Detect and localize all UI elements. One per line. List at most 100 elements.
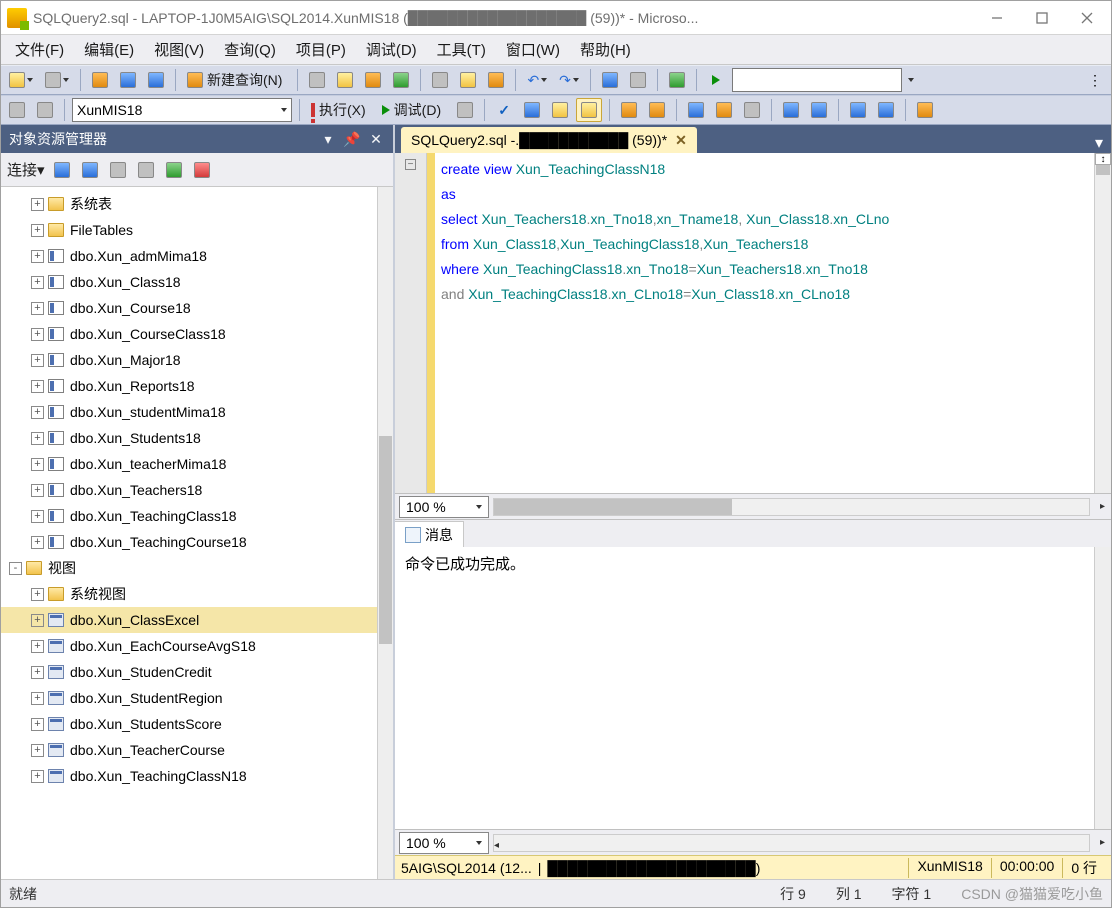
quick-launch-combo[interactable] (732, 68, 902, 92)
messages-body[interactable]: 命令已成功完成。 (395, 547, 1111, 829)
collapse-region-icon[interactable]: − (405, 159, 416, 170)
uncomment-icon[interactable] (807, 98, 831, 122)
redo-button[interactable]: ↷ (555, 68, 583, 92)
results-grid-icon[interactable] (684, 98, 708, 122)
editor-zoom-select[interactable]: 100 % (399, 496, 489, 518)
menu-help[interactable]: 帮助(H) (570, 35, 641, 64)
tree-row[interactable]: +dbo.Xun_Reports18 (1, 373, 377, 399)
save-button[interactable] (116, 68, 140, 92)
object-tree[interactable]: +系统表+FileTables+dbo.Xun_admMima18+dbo.Xu… (1, 187, 393, 879)
menu-file[interactable]: 文件(F) (5, 35, 74, 64)
specify-values-icon[interactable] (913, 98, 937, 122)
paste-button[interactable] (484, 68, 508, 92)
execute-button[interactable]: 执行(X) (307, 98, 374, 122)
editor-tab-active[interactable]: SQLQuery2.sql -.███████████ (59))* ✕ (401, 127, 697, 153)
expander-icon[interactable]: - (9, 562, 22, 575)
navigate-fwd-button[interactable] (626, 68, 650, 92)
decrease-indent-icon[interactable] (846, 98, 870, 122)
stop-button[interactable] (453, 98, 477, 122)
panel-close-icon[interactable]: ✕ (367, 130, 385, 148)
expander-icon[interactable]: + (31, 744, 44, 757)
expander-icon[interactable]: + (31, 536, 44, 549)
expander-icon[interactable]: + (31, 380, 44, 393)
database-select[interactable]: XunMIS18 (72, 98, 292, 122)
dmx-query-icon[interactable] (389, 68, 413, 92)
menu-query[interactable]: 查询(Q) (214, 35, 286, 64)
expander-icon[interactable]: + (31, 614, 44, 627)
tree-row[interactable]: +系统表 (1, 191, 377, 217)
filter-icon[interactable] (135, 159, 157, 181)
expander-icon[interactable]: + (31, 640, 44, 653)
object-explorer-header[interactable]: 对象资源管理器 ▾ 📌 ✕ (1, 125, 393, 153)
expander-icon[interactable]: + (31, 406, 44, 419)
menu-debug[interactable]: 调试(D) (356, 35, 427, 64)
expander-icon[interactable]: + (31, 276, 44, 289)
tree-row[interactable]: +dbo.Xun_StudentsScore (1, 711, 377, 737)
start-button[interactable] (704, 68, 728, 92)
expander-icon[interactable]: + (31, 718, 44, 731)
activity-monitor-icon[interactable] (665, 68, 689, 92)
tree-row[interactable]: +dbo.Xun_TeachingClassN18 (1, 763, 377, 789)
tree-row[interactable]: -视图 (1, 555, 377, 581)
expander-icon[interactable]: + (31, 198, 44, 211)
menu-view[interactable]: 视图(V) (144, 35, 214, 64)
mdx-query-icon[interactable] (361, 68, 385, 92)
tree-row[interactable]: +系统视图 (1, 581, 377, 607)
expander-icon[interactable]: + (31, 354, 44, 367)
panel-pin-icon[interactable]: 📌 (343, 130, 361, 148)
close-button[interactable] (1064, 3, 1109, 33)
connect-server-icon[interactable] (51, 159, 73, 181)
disconnect-icon[interactable] (33, 98, 57, 122)
save-all-button[interactable] (144, 68, 168, 92)
messages-vscrollbar[interactable] (1094, 547, 1111, 829)
expander-icon[interactable]: + (31, 432, 44, 445)
tree-row[interactable]: +dbo.Xun_StudenCredit (1, 659, 377, 685)
query-options-icon[interactable] (548, 98, 572, 122)
undo-button[interactable]: ↶ (523, 68, 551, 92)
expander-icon[interactable]: + (31, 666, 44, 679)
messages-tab[interactable]: 消息 (395, 521, 464, 547)
new-project-dropdown[interactable] (5, 68, 37, 92)
expander-icon[interactable]: + (31, 692, 44, 705)
tree-row[interactable]: +dbo.Xun_TeachingCourse18 (1, 529, 377, 555)
open-file-button[interactable] (88, 68, 112, 92)
panel-dropdown-icon[interactable]: ▾ (319, 130, 337, 148)
intellisense-icon[interactable] (576, 98, 602, 122)
connect-dropdown[interactable]: 连接▾ (7, 159, 45, 180)
engine-query-icon[interactable] (305, 68, 329, 92)
menu-tools[interactable]: 工具(T) (427, 35, 496, 64)
tree-row[interactable]: +dbo.Xun_Major18 (1, 347, 377, 373)
editor-vscrollbar[interactable]: ↕ (1094, 153, 1111, 493)
tab-close-icon[interactable]: ✕ (675, 132, 687, 149)
tab-actions-icon[interactable]: ▾ (1087, 133, 1111, 153)
change-connection-icon[interactable] (5, 98, 29, 122)
tree-scrollbar[interactable] (377, 187, 393, 879)
tree-row[interactable]: +dbo.Xun_TeacherCourse (1, 737, 377, 763)
increase-indent-icon[interactable] (874, 98, 898, 122)
open-project-dropdown[interactable] (41, 68, 73, 92)
tree-row[interactable]: +dbo.Xun_StudentRegion (1, 685, 377, 711)
expander-icon[interactable]: + (31, 510, 44, 523)
tree-row[interactable]: +dbo.Xun_ClassExcel (1, 607, 377, 633)
expander-icon[interactable]: + (31, 770, 44, 783)
refresh-icon[interactable] (163, 159, 185, 181)
tree-row[interactable]: +dbo.Xun_admMima18 (1, 243, 377, 269)
tree-row[interactable]: +dbo.Xun_studentMima18 (1, 399, 377, 425)
toolbar-overflow-icon[interactable]: ⋮ (1083, 68, 1107, 92)
tree-row[interactable]: +dbo.Xun_teacherMima18 (1, 451, 377, 477)
tree-row[interactable]: +dbo.Xun_Teachers18 (1, 477, 377, 503)
display-plan-icon[interactable] (520, 98, 544, 122)
results-text-icon[interactable] (712, 98, 736, 122)
editor-hscrollbar[interactable]: ◂ (493, 498, 1090, 516)
tree-row[interactable]: +dbo.Xun_Class18 (1, 269, 377, 295)
tree-row[interactable]: +dbo.Xun_CourseClass18 (1, 321, 377, 347)
policy-icon[interactable] (191, 159, 213, 181)
tree-row[interactable]: +dbo.Xun_Students18 (1, 425, 377, 451)
cut-button[interactable] (428, 68, 452, 92)
split-editor-icon[interactable]: ↕ (1095, 153, 1111, 165)
results-file-icon[interactable] (740, 98, 764, 122)
expander-icon[interactable]: + (31, 224, 44, 237)
menu-edit[interactable]: 编辑(E) (74, 35, 144, 64)
expander-icon[interactable]: + (31, 250, 44, 263)
disconnect-server-icon[interactable] (79, 159, 101, 181)
